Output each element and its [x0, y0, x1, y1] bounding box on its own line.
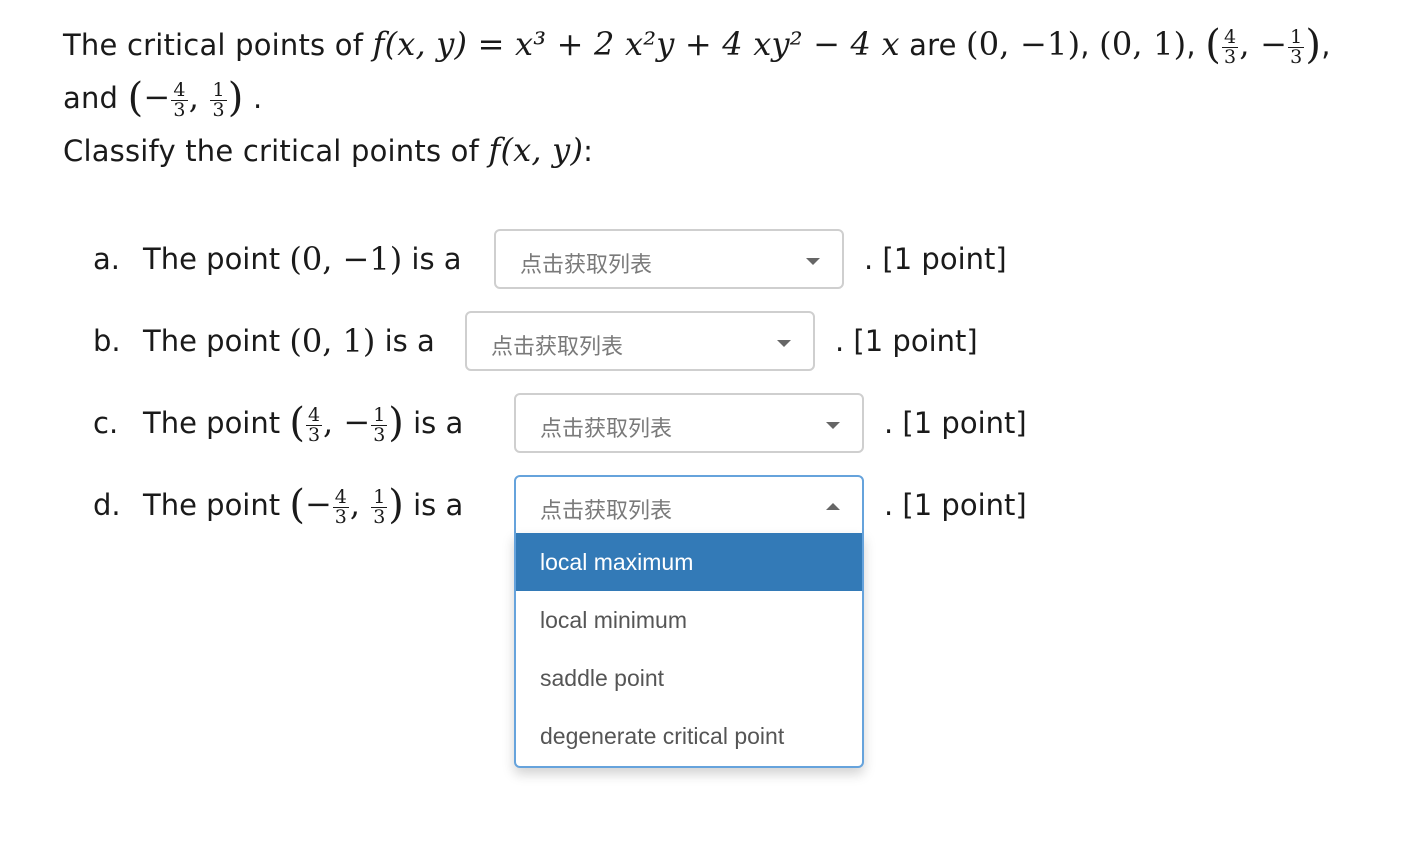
option-local-minimum[interactable]: local minimum: [516, 591, 862, 649]
points-label-c: . [1 point]: [884, 406, 1027, 440]
question-c-point: (4 3, −1 3): [289, 400, 404, 446]
critical-point-3: (4 3, −1 3): [1205, 22, 1322, 68]
select-question-b[interactable]: 点击获取列表: [465, 311, 815, 371]
question-a-point: (0, −1): [289, 240, 403, 278]
function-name: f(x, y): [372, 25, 468, 63]
select-placeholder: 点击获取列表: [520, 253, 653, 278]
chevron-down-icon: [806, 258, 820, 265]
select-placeholder: 点击获取列表: [540, 417, 673, 442]
function-expression: = x³ + 2 x²y + 4 xy² − 4 x: [467, 25, 900, 63]
points-label-b: . [1 point]: [835, 324, 978, 358]
question-d: d. The point (− 4 3, 1 3) is a: [93, 482, 464, 528]
question-d-point: (− 4 3, 1 3): [289, 482, 404, 528]
chevron-up-icon: [826, 503, 840, 510]
critical-point-4: (− 4 3, 1 3): [127, 75, 244, 121]
chevron-down-icon: [777, 340, 791, 347]
intro-line-2: and (− 4 3, 1 3) .: [63, 75, 263, 121]
chevron-down-icon: [826, 422, 840, 429]
intro-line-3: Classify the critical points of f(x, y):: [63, 131, 594, 169]
question-c: c. The point (4 3, −1 3) is a: [93, 400, 464, 446]
problem-statement: The critical points of f(x, y) = x³ + 2 …: [63, 18, 1393, 177]
option-degenerate-critical-point[interactable]: degenerate critical point: [516, 707, 862, 765]
select-placeholder: 点击获取列表: [540, 499, 673, 524]
select-question-a[interactable]: 点击获取列表: [494, 229, 844, 289]
option-local-maximum[interactable]: local maximum: [516, 533, 862, 591]
points-label-a: . [1 point]: [864, 242, 1007, 276]
dropdown-menu: local maximum local minimum saddle point…: [514, 533, 864, 768]
select-placeholder: 点击获取列表: [491, 335, 624, 360]
points-label-d: . [1 point]: [884, 488, 1027, 522]
option-saddle-point[interactable]: saddle point: [516, 649, 862, 707]
intro-line-1: The critical points of f(x, y) = x³ + 2 …: [63, 22, 1331, 68]
select-question-d[interactable]: 点击获取列表: [514, 475, 864, 535]
critical-point-2: (0, 1): [1099, 25, 1187, 63]
question-b-point: (0, 1): [289, 322, 376, 360]
question-a: a. The point (0, −1) is a: [93, 240, 462, 278]
select-question-c[interactable]: 点击获取列表: [514, 393, 864, 453]
question-b: b. The point (0, 1) is a: [93, 322, 435, 360]
critical-point-1: (0, −1): [966, 25, 1081, 63]
